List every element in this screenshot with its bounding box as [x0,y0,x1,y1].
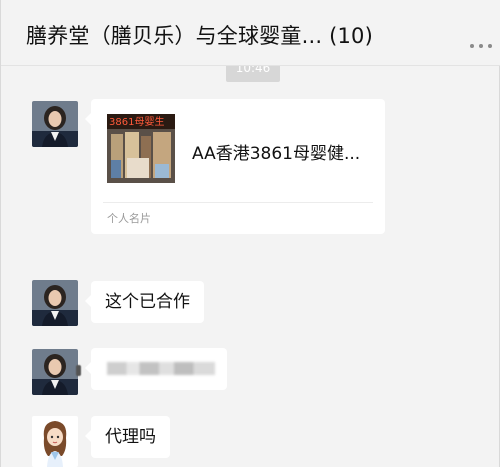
contact-card-type: 个人名片 [107,212,151,225]
chat-window: ⊥ 膳养堂（膳贝乐）与全球婴童... (10) 10:46 3861母婴生 [0,0,500,467]
more-dots-icon[interactable] [470,44,492,50]
contact-card-name: AA香港3861母婴健... [192,144,361,164]
redacted-message[interactable] [85,348,227,390]
blurred-text [107,362,215,375]
card-divider [103,202,373,203]
sender-avatar[interactable] [32,349,78,395]
text-message[interactable]: 这个已合作 [85,281,204,323]
sender-avatar[interactable] [32,101,78,147]
contact-card-thumbnail: 3861母婴生 [107,114,175,183]
message-timestamp: 10:46 [226,66,280,82]
chat-header: 膳养堂（膳贝乐）与全球婴童... (10) [1,0,500,66]
sender-avatar-cartoon[interactable] [32,416,78,467]
sender-avatar[interactable] [32,280,78,326]
shop-sign-text: 3861母婴生 [109,115,164,128]
message-text: 代理吗 [105,427,156,447]
text-message[interactable]: 代理吗 [85,416,170,458]
chat-title: 膳养堂（膳贝乐）与全球婴童... (10) [26,24,374,48]
redaction-mark [76,365,81,376]
message-text: 这个已合作 [105,292,190,312]
contact-card-message[interactable]: 3861母婴生 AA香港3861母婴健... 个人名片 [85,99,385,234]
